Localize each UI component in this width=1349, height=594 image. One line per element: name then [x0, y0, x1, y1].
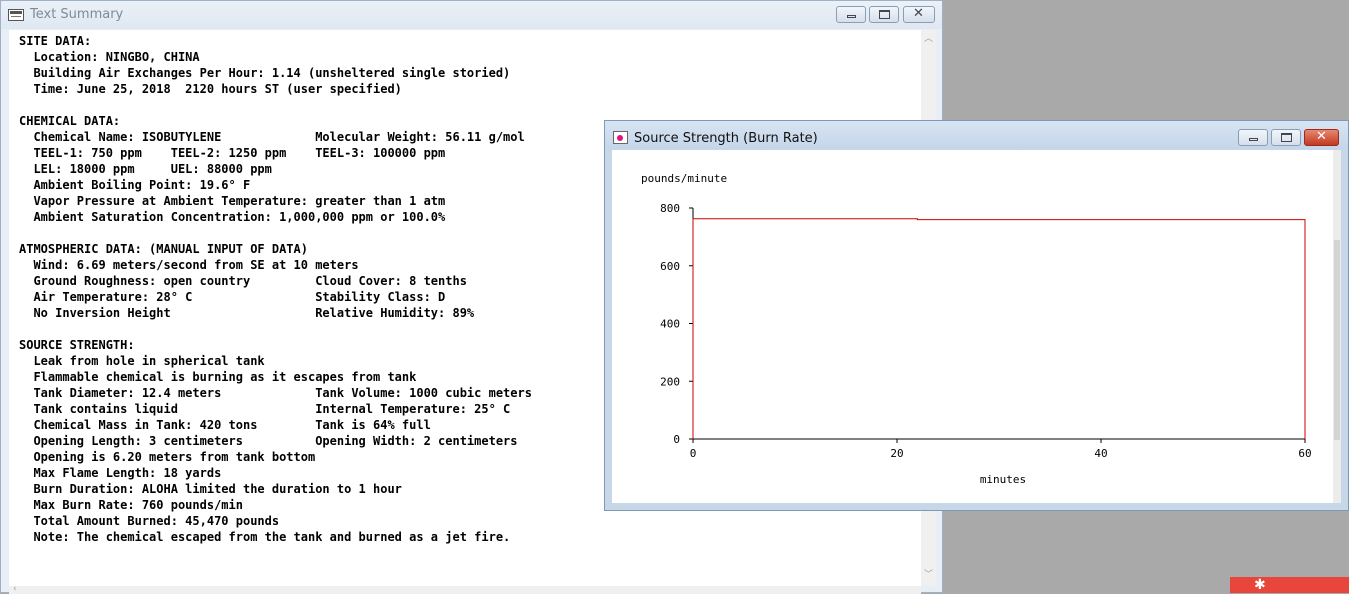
summary-line: Air Temperature: 28° C Stability Class: …	[19, 290, 446, 304]
burn-rate-series-line	[692, 218, 1306, 439]
scroll-down-icon[interactable]: ﹀	[924, 570, 933, 580]
corner-badge: ✱	[1230, 577, 1349, 593]
close-icon: ✕	[1316, 129, 1327, 144]
minimize-icon	[847, 15, 856, 18]
y-tick-label: 200	[660, 375, 680, 388]
summary-line: LEL: 18000 ppm UEL: 88000 ppm	[19, 162, 272, 176]
x-tick-label: 20	[890, 447, 903, 460]
summary-line: Vapor Pressure at Ambient Temperature: g…	[19, 194, 446, 208]
summary-line: No Inversion Height Relative Humidity: 8…	[19, 306, 475, 320]
close-button[interactable]: ✕	[1304, 129, 1339, 146]
summary-line: Max Flame Length: 18 yards	[19, 466, 222, 480]
summary-line: Ground Roughness: open country Cloud Cov…	[19, 274, 467, 288]
summary-line: SITE DATA:	[19, 34, 92, 48]
text-document-icon	[8, 9, 24, 21]
summary-line: SOURCE STRENGTH:	[19, 338, 135, 352]
x-tick-label: 0	[690, 447, 697, 460]
maximize-button[interactable]	[869, 6, 899, 23]
scroll-up-icon[interactable]: ︿	[924, 34, 933, 44]
background-watermark	[1112, 574, 1222, 590]
summary-line: TEEL-1: 750 ppm TEEL-2: 1250 ppm TEEL-3:…	[19, 146, 446, 160]
source-strength-titlebar[interactable]: Source Strength (Burn Rate) ✕	[605, 121, 1348, 149]
source-strength-vertical-scrollbar[interactable]	[1333, 150, 1341, 503]
burn-rate-chart: pounds/minute minutes 0 200 400 600 800 0 20 4…	[641, 172, 1312, 486]
source-strength-graph-area: pounds/minute minutes 0 200 400 600 800 0 20 4…	[612, 150, 1341, 503]
summary-line: Leak from hole in spherical tank	[19, 354, 265, 368]
summary-line: Burn Duration: ALOHA limited the duratio…	[19, 482, 402, 496]
y-tick-label: 800	[660, 202, 680, 215]
maximize-button[interactable]	[1271, 129, 1301, 146]
summary-line: Chemical Name: ISOBUTYLENE Molecular Wei…	[19, 130, 525, 144]
summary-line: ATMOSPHERIC DATA: (MANUAL INPUT OF DATA)	[19, 242, 308, 256]
summary-line: Opening is 6.20 meters from tank bottom	[19, 450, 316, 464]
summary-line: Tank Diameter: 12.4 meters Tank Volume: …	[19, 386, 532, 400]
text-summary-title: Text Summary	[30, 7, 124, 22]
minimize-icon	[1249, 138, 1258, 141]
source-strength-window[interactable]: Source Strength (Burn Rate) ✕ pounds/min…	[604, 120, 1349, 511]
y-tick-label: 600	[660, 260, 680, 273]
summary-line: CHEMICAL DATA:	[19, 114, 121, 128]
summary-line: Building Air Exchanges Per Hour: 1.14 (u…	[19, 66, 511, 80]
summary-line: Opening Length: 3 centimeters Opening Wi…	[19, 434, 518, 448]
y-axis-label: pounds/minute	[641, 172, 727, 185]
source-strength-title: Source Strength (Burn Rate)	[634, 131, 818, 146]
y-tick-label: 0	[673, 433, 680, 446]
maximize-icon	[879, 10, 890, 19]
close-button[interactable]: ✕	[903, 6, 935, 23]
summary-line: Time: June 25, 2018 2120 hours ST (user …	[19, 82, 402, 96]
x-tick-label: 40	[1094, 447, 1107, 460]
summary-line: Ambient Boiling Point: 19.6° F	[19, 178, 251, 192]
minimize-button[interactable]	[1238, 129, 1268, 146]
summary-line: Max Burn Rate: 760 pounds/min	[19, 498, 243, 512]
asterisk-icon: ✱	[1254, 577, 1266, 593]
close-icon: ✕	[913, 6, 924, 21]
summary-line: Note: The chemical escaped from the tank…	[19, 530, 511, 544]
summary-line: Total Amount Burned: 45,470 pounds	[19, 514, 280, 528]
summary-line: Flammable chemical is burning as it esca…	[19, 370, 417, 384]
minimize-button[interactable]	[836, 6, 866, 23]
summary-line: Location: NINGBO, CHINA	[19, 50, 200, 64]
text-summary-titlebar[interactable]: Text Summary ✕	[1, 1, 942, 29]
y-tick-label: 400	[660, 318, 680, 331]
x-axis-label: minutes	[980, 473, 1026, 486]
maximize-icon	[1281, 133, 1292, 142]
x-tick-label: 60	[1298, 447, 1311, 460]
graph-window-icon	[613, 131, 628, 144]
summary-line: Chemical Mass in Tank: 420 tons Tank is …	[19, 418, 431, 432]
summary-line: Wind: 6.69 meters/second from SE at 10 m…	[19, 258, 359, 272]
summary-line: Ambient Saturation Concentration: 1,000,…	[19, 210, 446, 224]
scroll-thumb[interactable]	[1334, 240, 1340, 440]
summary-line: Tank contains liquid Internal Temperatur…	[19, 402, 511, 416]
